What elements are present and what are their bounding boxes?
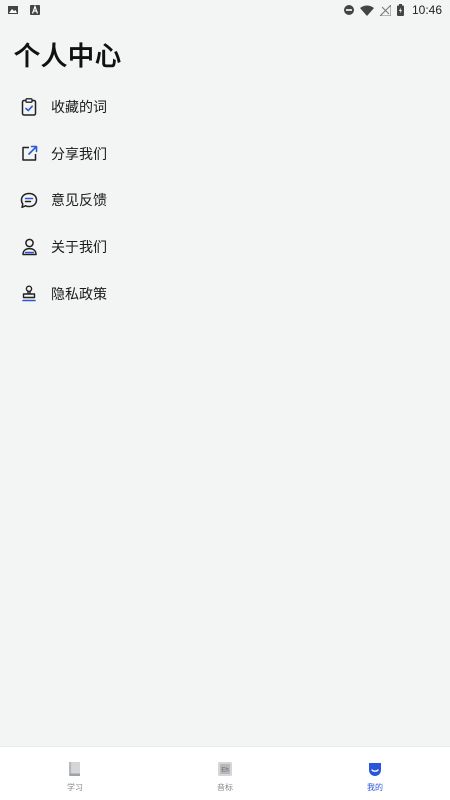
no-signal-icon xyxy=(379,4,391,16)
menu-label: 隐私政策 xyxy=(51,286,107,303)
tab-label: 我的 xyxy=(367,783,383,792)
menu-item-share[interactable]: 分享我们 xyxy=(0,131,450,178)
menu-label: 收藏的词 xyxy=(51,100,107,117)
tab-mine[interactable]: 我的 xyxy=(300,754,450,793)
do-not-disturb-icon xyxy=(343,5,354,15)
tab-study[interactable]: 学习 xyxy=(0,754,150,793)
tab-label: 音标 xyxy=(217,783,233,792)
book-icon xyxy=(69,762,80,776)
clipboard-check-icon xyxy=(19,97,39,117)
feedback-bubble-icon xyxy=(19,190,39,210)
gallery-notification-icon xyxy=(8,6,18,14)
menu-item-privacy[interactable]: 隐私政策 xyxy=(0,270,450,317)
svg-text:Eh: Eh xyxy=(221,768,228,774)
status-left xyxy=(0,5,40,15)
stamp-icon xyxy=(19,284,39,304)
clock: 10:46 xyxy=(411,3,442,17)
profile-icon xyxy=(369,763,381,776)
menu-item-about[interactable]: 关于我们 xyxy=(0,224,450,271)
person-icon xyxy=(19,237,39,257)
menu-label: 分享我们 xyxy=(51,146,107,163)
status-right: 10:46 xyxy=(343,3,450,17)
settings-menu: 收藏的词 分享我们 意见反馈 关于我们 隐私政策 xyxy=(0,84,450,317)
bottom-tab-bar: 学习 Eh 音标 我的 xyxy=(0,746,450,800)
font-notification-icon xyxy=(30,5,40,15)
share-external-icon xyxy=(19,144,39,164)
status-bar: 10:46 xyxy=(0,0,450,20)
menu-item-favorites[interactable]: 收藏的词 xyxy=(0,84,450,131)
tab-label: 学习 xyxy=(67,783,83,792)
battery-icon xyxy=(396,4,404,16)
phonetic-card-icon: Eh xyxy=(218,762,232,776)
page-title: 个人中心 xyxy=(14,42,123,72)
wifi-icon xyxy=(359,5,374,16)
menu-item-feedback[interactable]: 意见反馈 xyxy=(0,177,450,224)
tab-phonetics[interactable]: Eh 音标 xyxy=(150,754,300,793)
menu-label: 意见反馈 xyxy=(51,193,107,210)
menu-label: 关于我们 xyxy=(51,240,107,257)
